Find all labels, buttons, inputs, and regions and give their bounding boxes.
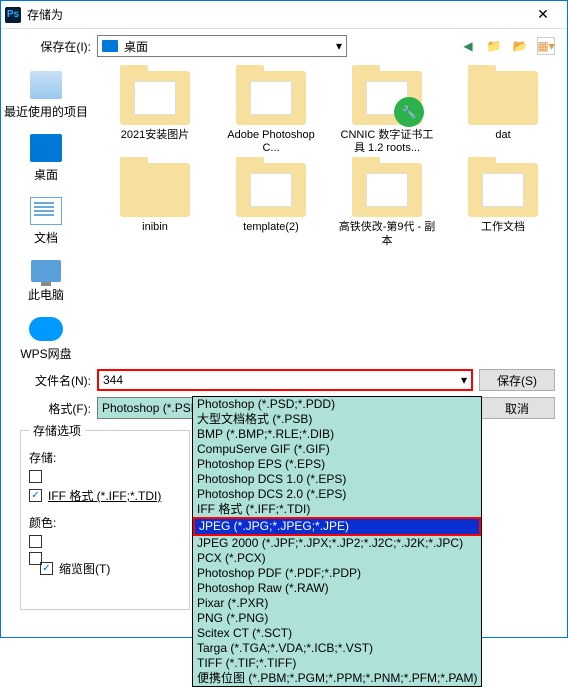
format-option[interactable]: Photoshop (*.PSD;*.PDD)	[193, 397, 481, 412]
folder-item[interactable]: 🔧CNNIC 数字证书工具 1.2 roots...	[331, 71, 443, 155]
tool-badge-icon: 🔧	[394, 97, 424, 127]
format-option[interactable]: Photoshop DCS 1.0 (*.EPS)	[193, 472, 481, 487]
cancel-button[interactable]: 取消	[479, 397, 555, 419]
format-label: 格式(F):	[13, 400, 91, 417]
format-option[interactable]: 便携位图 (*.PBM;*.PGM;*.PPM;*.PNM;*.PFM;*.PA…	[193, 671, 481, 686]
format-option[interactable]: Photoshop DCS 2.0 (*.EPS)	[193, 487, 481, 502]
location-select[interactable]: 桌面 ▾	[97, 35, 347, 57]
format-dropdown[interactable]: Photoshop (*.PSD;*.PDD) 大型文档格式 (*.PSB) B…	[192, 396, 482, 687]
folder-item[interactable]: 2021安装图片	[99, 71, 211, 155]
recent-icon	[30, 71, 62, 99]
cloud-icon	[29, 317, 63, 341]
folder-item[interactable]: dat	[447, 71, 559, 155]
location-value: 桌面	[124, 38, 148, 55]
sidebar-label: 文档	[34, 229, 58, 246]
thumbnail-checkbox[interactable]	[40, 562, 53, 575]
filename-input[interactable]: 344 ▾	[97, 369, 473, 391]
chevron-down-icon: ▾	[336, 39, 342, 53]
format-option[interactable]: CompuServe GIF (*.GIF)	[193, 442, 481, 457]
documents-icon	[30, 197, 62, 225]
format-option[interactable]: Photoshop PDF (*.PDF;*.PDP)	[193, 566, 481, 581]
format-option[interactable]: TIFF (*.TIF;*.TIFF)	[193, 656, 481, 671]
format-option-selected[interactable]: JPEG (*.JPG;*.JPEG;*.JPE)	[193, 517, 481, 536]
format-option[interactable]: Photoshop EPS (*.EPS)	[193, 457, 481, 472]
filename-label: 文件名(N):	[13, 372, 91, 389]
desktop-icon	[30, 134, 62, 162]
save-in-label: 保存在(I):	[13, 38, 91, 55]
format-option[interactable]: Scitex CT (*.SCT)	[193, 626, 481, 641]
folder-item[interactable]: Adobe Photoshop C...	[215, 71, 327, 155]
folder-item[interactable]: template(2)	[215, 163, 327, 247]
titlebar: Ps 存储为 ✕	[1, 1, 567, 29]
sidebar-wps[interactable]: WPS网盘	[20, 317, 71, 362]
chevron-down-icon[interactable]: ▾	[461, 373, 467, 387]
photoshop-icon: Ps	[5, 7, 21, 23]
folder-item[interactable]: 工作文档	[447, 163, 559, 247]
back-icon[interactable]: ◀	[459, 37, 477, 55]
save-options: 存储选项 存储: IFF 格式 (*.IFF;*.TDI) 颜色:	[20, 422, 190, 610]
sidebar-thispc[interactable]: 此电脑	[28, 260, 64, 303]
sidebar-label: 最近使用的项目	[4, 103, 88, 120]
format-option[interactable]: Photoshop Raw (*.RAW)	[193, 581, 481, 596]
location-row: 保存在(I): 桌面 ▾ ◀ 📁 📂 ▦▾	[1, 29, 567, 63]
iff-checkbox[interactable]	[29, 489, 42, 502]
checkbox[interactable]	[29, 535, 42, 548]
checkbox[interactable]	[29, 470, 42, 483]
sidebar: 最近使用的项目 桌面 文档 此电脑 WPS网盘	[1, 63, 91, 363]
folder-item[interactable]: 高铁侠改-第9代 - 副本	[331, 163, 443, 247]
folder-item[interactable]: inibin	[99, 163, 211, 247]
store-label: 存储:	[29, 449, 56, 466]
save-button[interactable]: 保存(S)	[479, 369, 555, 391]
format-option[interactable]: BMP (*.BMP;*.RLE;*.DIB)	[193, 427, 481, 442]
pc-icon	[31, 260, 61, 282]
sidebar-desktop[interactable]: 桌面	[30, 134, 62, 183]
color-label: 颜色:	[29, 514, 56, 531]
new-folder-icon[interactable]: 📂	[511, 37, 529, 55]
window-title: 存储为	[27, 6, 523, 23]
format-option[interactable]: JPEG 2000 (*.JPF;*.JPX;*.JP2;*.J2C;*.J2K…	[193, 536, 481, 551]
format-option[interactable]: PNG (*.PNG)	[193, 611, 481, 626]
nav-toolbar: ◀ 📁 📂 ▦▾	[459, 37, 555, 55]
sidebar-label: 此电脑	[28, 286, 64, 303]
format-option[interactable]: 大型文档格式 (*.PSB)	[193, 412, 481, 427]
sidebar-documents[interactable]: 文档	[30, 197, 62, 246]
options-title: 存储选项	[29, 422, 85, 439]
main-area: 最近使用的项目 桌面 文档 此电脑 WPS网盘 2021安装图片 Adobe P…	[1, 63, 567, 363]
sidebar-recent[interactable]: 最近使用的项目	[4, 71, 88, 120]
up-icon[interactable]: 📁	[485, 37, 503, 55]
file-area[interactable]: 2021安装图片 Adobe Photoshop C... 🔧CNNIC 数字证…	[91, 63, 567, 363]
sidebar-label: 桌面	[34, 166, 58, 183]
desktop-icon	[102, 40, 118, 52]
view-menu-icon[interactable]: ▦▾	[537, 37, 555, 55]
format-option[interactable]: Targa (*.TGA;*.VDA;*.ICB;*.VST)	[193, 641, 481, 656]
format-option[interactable]: PCX (*.PCX)	[193, 551, 481, 566]
thumbnail-option[interactable]: 缩览图(T)	[40, 560, 110, 577]
format-option[interactable]: Pixar (*.PXR)	[193, 596, 481, 611]
format-option[interactable]: IFF 格式 (*.IFF;*.TDI)	[193, 502, 481, 517]
sidebar-label: WPS网盘	[20, 345, 71, 362]
close-button[interactable]: ✕	[523, 1, 563, 29]
